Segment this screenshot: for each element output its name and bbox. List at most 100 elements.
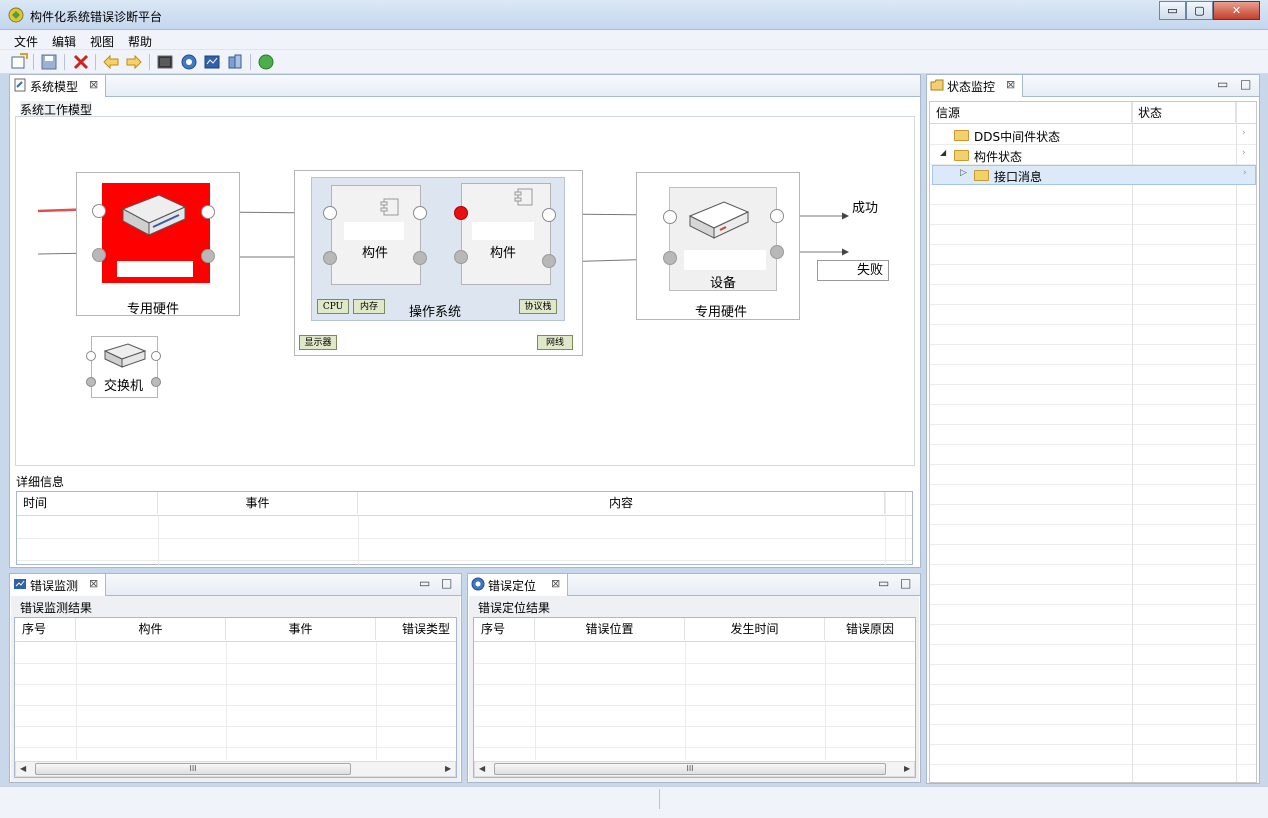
error-locate-title: 错误定位结果	[478, 599, 551, 616]
menu-file[interactable]: 文件	[14, 33, 38, 50]
close-tab-icon[interactable]: ⊠	[1006, 78, 1015, 91]
minimize-view-icon[interactable]: ▭	[878, 576, 889, 590]
run-icon[interactable]	[257, 53, 275, 71]
close-tab-icon[interactable]: ⊠	[89, 577, 98, 590]
maximize-button[interactable]: ▢	[1186, 1, 1213, 20]
tab-error-monitor[interactable]: 错误监测 ⊠	[10, 574, 106, 596]
row-divider	[930, 304, 1256, 305]
col-occurrence-time[interactable]: 发生时间	[685, 618, 825, 640]
col-component[interactable]: 构件	[76, 618, 226, 640]
forward-icon[interactable]	[125, 53, 143, 71]
expand-toggle-icon[interactable]: ◢	[940, 148, 946, 157]
output-port[interactable]	[201, 249, 215, 263]
record-icon[interactable]	[180, 53, 198, 71]
col-content[interactable]: 内容	[358, 492, 885, 514]
menu-edit[interactable]: 编辑	[52, 33, 76, 50]
delete-icon[interactable]	[72, 53, 90, 71]
output-port[interactable]	[542, 254, 556, 268]
col-source[interactable]: 信源	[930, 102, 1132, 124]
scroll-thumb[interactable]: III	[494, 763, 886, 775]
input-port[interactable]	[92, 204, 106, 218]
col-time[interactable]: 时间	[17, 492, 158, 514]
tree-item-dds[interactable]: DDS中间件状态 ›	[930, 125, 1256, 145]
tab-status-monitor[interactable]: 状态监控 ⊠	[927, 75, 1023, 97]
close-window-button[interactable]: ✕	[1213, 1, 1260, 20]
error-monitor-table[interactable]: 序号 构件 事件 错误类型 ◀ III ▶	[14, 617, 457, 778]
monitor-icon[interactable]	[203, 53, 221, 71]
console-icon[interactable]	[156, 53, 174, 71]
tree-item-interface-msg[interactable]: ▷ 接口消息 ›	[932, 165, 1256, 185]
input-port[interactable]	[323, 251, 337, 265]
error-port[interactable]	[454, 206, 468, 220]
row-divider	[930, 644, 1256, 645]
component-node[interactable]: 构件	[461, 183, 551, 285]
input-port[interactable]	[663, 251, 677, 265]
record-icon	[471, 577, 485, 591]
status-tree-table[interactable]: 信源 状态 DDS中间件状态 › ◢ 构件状态 › ▷ 接口消息 ›	[929, 101, 1257, 783]
switch-node[interactable]: 交换机	[86, 336, 161, 398]
horizontal-scrollbar[interactable]: ◀ III ▶	[474, 761, 915, 777]
col-event[interactable]: 事件	[158, 492, 358, 514]
save-icon[interactable]	[40, 53, 58, 71]
tab-system-model[interactable]: 系统模型 ⊠	[10, 75, 106, 97]
maximize-view-icon[interactable]: □	[900, 576, 911, 590]
toolbar-separator	[149, 54, 150, 70]
col-index[interactable]: 序号	[15, 618, 76, 640]
col-event[interactable]: 事件	[226, 618, 376, 640]
error-locate-table[interactable]: 序号 错误位置 发生时间 错误原因 ◀ III ▶	[473, 617, 916, 778]
output-port[interactable]	[201, 205, 215, 219]
scroll-right-icon[interactable]: ▶	[904, 764, 910, 773]
maximize-view-icon[interactable]: □	[441, 576, 452, 590]
output-port[interactable]	[413, 206, 427, 220]
row-divider	[930, 444, 1256, 445]
memory-chip[interactable]: 内存	[353, 299, 385, 314]
new-icon[interactable]	[10, 53, 28, 71]
minimize-button[interactable]: ▭	[1159, 1, 1186, 20]
scroll-thumb[interactable]: III	[35, 763, 351, 775]
maximize-view-icon[interactable]: □	[1240, 77, 1251, 91]
scroll-right-icon[interactable]: ▶	[445, 764, 451, 773]
row-divider	[930, 544, 1256, 545]
device-node[interactable]: 设备	[669, 187, 777, 291]
output-port[interactable]	[770, 209, 784, 223]
output-port[interactable]	[542, 208, 556, 222]
menu-view[interactable]: 视图	[90, 33, 114, 50]
tree-item-component-status[interactable]: ◢ 构件状态 ›	[930, 145, 1256, 165]
cpu-chip[interactable]: CPU	[317, 299, 349, 314]
col-error-type[interactable]: 错误类型	[376, 618, 456, 640]
close-tab-icon[interactable]: ⊠	[551, 577, 560, 590]
input-port[interactable]	[454, 250, 468, 264]
menu-help[interactable]: 帮助	[128, 33, 152, 50]
output-port[interactable]	[770, 245, 784, 259]
input-port[interactable]	[86, 351, 96, 361]
minimize-view-icon[interactable]: ▭	[1217, 77, 1228, 91]
input-port[interactable]	[663, 210, 677, 224]
horizontal-scrollbar[interactable]: ◀ III ▶	[15, 761, 456, 777]
tab-error-locate[interactable]: 错误定位 ⊠	[468, 574, 568, 596]
col-status[interactable]: 状态	[1132, 102, 1236, 124]
input-port[interactable]	[323, 206, 337, 220]
detail-table[interactable]: 时间 事件 内容	[16, 491, 913, 566]
minimize-view-icon[interactable]: ▭	[419, 576, 430, 590]
protocol-stack-chip[interactable]: 协议栈	[519, 299, 557, 314]
col-error-cause[interactable]: 错误原因	[825, 618, 915, 640]
input-port[interactable]	[86, 377, 96, 387]
locate-icon[interactable]	[226, 53, 244, 71]
network-cable-chip[interactable]: 网线	[537, 335, 573, 350]
component-node[interactable]: 构件	[331, 185, 421, 285]
scroll-left-icon[interactable]: ◀	[479, 764, 485, 773]
os-host-node[interactable]: 构件 构件 CPU 内存 操作系统 协议栈 显示器 网线	[294, 170, 583, 356]
hardware-node-left[interactable]: 专用硬件	[76, 172, 240, 317]
output-port[interactable]	[151, 377, 161, 387]
hardware-node-right[interactable]: 设备 专用硬件	[636, 172, 800, 320]
col-index[interactable]: 序号	[474, 618, 535, 640]
scroll-left-icon[interactable]: ◀	[20, 764, 26, 773]
close-tab-icon[interactable]: ⊠	[89, 78, 98, 91]
output-port[interactable]	[413, 251, 427, 265]
display-chip[interactable]: 显示器	[299, 335, 337, 350]
input-port[interactable]	[92, 248, 106, 262]
back-icon[interactable]	[102, 53, 120, 71]
expand-toggle-icon[interactable]: ▷	[960, 168, 967, 178]
output-port[interactable]	[151, 351, 161, 361]
col-error-location[interactable]: 错误位置	[535, 618, 685, 640]
